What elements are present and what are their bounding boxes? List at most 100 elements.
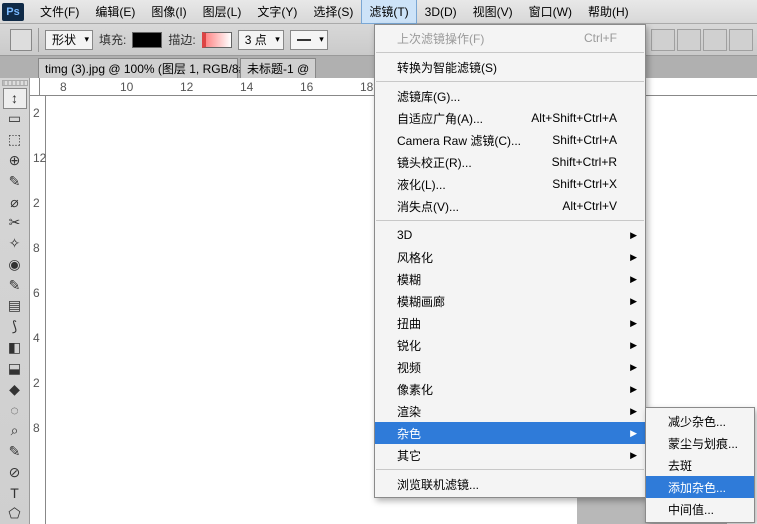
tool-shape[interactable]: ⊘ (3, 462, 27, 483)
tool-move[interactable]: ↕ (3, 88, 27, 109)
menu-item-3d[interactable]: 3D ▶ (375, 224, 645, 246)
menu-item-label: 像素化 (397, 381, 433, 398)
tool-eraser[interactable]: ▤ (3, 296, 27, 317)
menu-item-stylize[interactable]: 风格化▶ (375, 246, 645, 268)
submenu-arrow-icon: ▶ (630, 362, 637, 373)
menu-view[interactable]: 视图(V) (465, 0, 521, 24)
menu-item-sharpen[interactable]: 锐化▶ (375, 334, 645, 356)
menu-window[interactable]: 窗口(W) (521, 0, 580, 24)
ruler-tick: 12 (33, 151, 46, 165)
menu-item-dust-scratches[interactable]: 蒙尘与划痕... (646, 432, 754, 454)
menu-item-label: Camera Raw 滤镜(C)... (397, 132, 521, 149)
submenu-arrow-icon: ▶ (630, 340, 637, 351)
document-tab[interactable]: timg (3).jpg @ 100% (图层 1, RGB/8#) * × (38, 58, 238, 78)
toolbar-grip[interactable] (2, 80, 28, 86)
stroke-width-value: 3 点 (245, 31, 267, 48)
menu-item-other[interactable]: 其它▶ (375, 444, 645, 466)
menu-item-vanishing-point[interactable]: 消失点(V)...Alt+Ctrl+V (375, 195, 645, 217)
menu-item-blur[interactable]: 模糊▶ (375, 268, 645, 290)
menu-item-despeckle[interactable]: 去斑 (646, 454, 754, 476)
menu-item-label: 风格化 (397, 249, 433, 266)
menu-item-filter-gallery[interactable]: 滤镜库(G)... (375, 85, 645, 107)
tool-blur[interactable]: ◧ (3, 337, 27, 358)
tool-dodge[interactable]: ⬓ (3, 358, 27, 379)
menu-item-adaptive-wide[interactable]: 自适应广角(A)... Alt+Shift+Ctrl+A (375, 107, 645, 129)
document-tab[interactable]: 未标题-1 @ (240, 58, 316, 78)
tool-healing[interactable]: ✂ (3, 212, 27, 233)
separator (376, 220, 644, 221)
tool-preset-icon[interactable] (10, 29, 32, 51)
tab-label: timg (3).jpg @ 100% (图层 1, RGB/8#) * (45, 60, 257, 77)
tool-rect[interactable]: ⬠ (3, 503, 27, 524)
stroke-swatch[interactable] (202, 32, 232, 48)
tool-path[interactable]: ◌ (3, 399, 27, 420)
menu-item-smart-filter[interactable]: 转换为智能滤镜(S) (375, 56, 645, 78)
panel-icon-3[interactable] (703, 29, 727, 51)
tool-pen[interactable]: ◆ (3, 379, 27, 400)
menu-item-shortcut: Shift+Ctrl+A (552, 133, 617, 147)
menu-image[interactable]: 图像(I) (143, 0, 194, 24)
submenu-arrow-icon: ▶ (630, 450, 637, 461)
ruler-corner (30, 78, 40, 96)
menu-item-pixelate[interactable]: 像素化▶ (375, 378, 645, 400)
menu-item-median[interactable]: 中间值... (646, 498, 754, 520)
menu-item-label: 浏览联机滤镜... (397, 476, 479, 493)
panel-icon-4[interactable] (729, 29, 753, 51)
menu-type[interactable]: 文字(Y) (249, 0, 305, 24)
menu-help[interactable]: 帮助(H) (580, 0, 637, 24)
tool-hand[interactable]: ✎ (3, 441, 27, 462)
menu-item-noise[interactable]: 杂色▶ (375, 422, 645, 444)
menu-item-distort[interactable]: 扭曲▶ (375, 312, 645, 334)
menu-item-render[interactable]: 渲染▶ (375, 400, 645, 422)
tool-brush[interactable]: ✧ (3, 233, 27, 254)
menu-item-label: 蒙尘与划痕... (668, 435, 738, 452)
panel-icon-2[interactable] (677, 29, 701, 51)
ruler-tick: 16 (300, 80, 313, 94)
menu-item-blur-gallery[interactable]: 模糊画廊▶ (375, 290, 645, 312)
menu-item-liquify[interactable]: 液化(L)...Shift+Ctrl+X (375, 173, 645, 195)
menu-item-last-filter[interactable]: 上次滤镜操作(F) Ctrl+F (375, 27, 645, 49)
shape-mode-combo[interactable]: 形状 (45, 30, 93, 50)
menu-item-label: 3D (397, 228, 412, 242)
shape-mode-label: 形状 (52, 31, 76, 48)
panel-icon-1[interactable] (651, 29, 675, 51)
menu-item-video[interactable]: 视频▶ (375, 356, 645, 378)
tool-stamp[interactable]: ◉ (3, 254, 27, 275)
menu-item-label: 扭曲 (397, 315, 421, 332)
ruler-tick: 2 (33, 376, 40, 390)
menu-item-browse-online[interactable]: 浏览联机滤镜... (375, 473, 645, 495)
ruler-tick: 6 (33, 286, 40, 300)
tool-lasso[interactable]: ⬚ (3, 129, 27, 150)
menu-item-lens-correction[interactable]: 镜头校正(R)...Shift+Ctrl+R (375, 151, 645, 173)
tool-eyedropper[interactable]: ⌀ (3, 192, 27, 213)
menu-file[interactable]: 文件(F) (32, 0, 87, 24)
menu-layer[interactable]: 图层(L) (195, 0, 250, 24)
menu-item-label: 减少杂色... (668, 413, 726, 430)
menu-edit[interactable]: 编辑(E) (87, 0, 143, 24)
noise-submenu: 减少杂色... 蒙尘与划痕... 去斑 添加杂色... 中间值... (645, 407, 755, 523)
fill-swatch[interactable] (132, 32, 162, 48)
menu-select[interactable]: 选择(S) (305, 0, 361, 24)
menu-item-shortcut: Alt+Shift+Ctrl+A (531, 111, 617, 125)
tool-magic-wand[interactable]: ⊕ (3, 150, 27, 171)
stroke-label: 描边: (168, 31, 195, 48)
tool-history-brush[interactable]: ✎ (3, 275, 27, 296)
submenu-arrow-icon: ▶ (630, 230, 637, 241)
menu-item-reduce-noise[interactable]: 减少杂色... (646, 410, 754, 432)
menu-3d[interactable]: 3D(D) (417, 1, 465, 23)
tab-label: 未标题-1 @ (247, 60, 309, 77)
menu-item-label: 消失点(V)... (397, 198, 459, 215)
ruler-tick: 2 (33, 106, 40, 120)
tool-gradient[interactable]: ⟆ (3, 316, 27, 337)
tool-crop[interactable]: ✎ (3, 171, 27, 192)
tool-text[interactable]: T (3, 483, 27, 504)
menu-item-camera-raw[interactable]: Camera Raw 滤镜(C)... Shift+Ctrl+A (375, 129, 645, 151)
menu-filter[interactable]: 滤镜(T) (361, 0, 416, 24)
stroke-style-combo[interactable] (290, 30, 328, 50)
stroke-width-combo[interactable]: 3 点 (238, 30, 284, 50)
menu-item-label: 自适应广角(A)... (397, 110, 483, 127)
tool-zoom[interactable]: ⌕ (3, 420, 27, 441)
menu-item-label: 滤镜库(G)... (397, 88, 460, 105)
tool-marquee[interactable]: ▭ (3, 109, 27, 130)
menu-item-add-noise[interactable]: 添加杂色... (646, 476, 754, 498)
